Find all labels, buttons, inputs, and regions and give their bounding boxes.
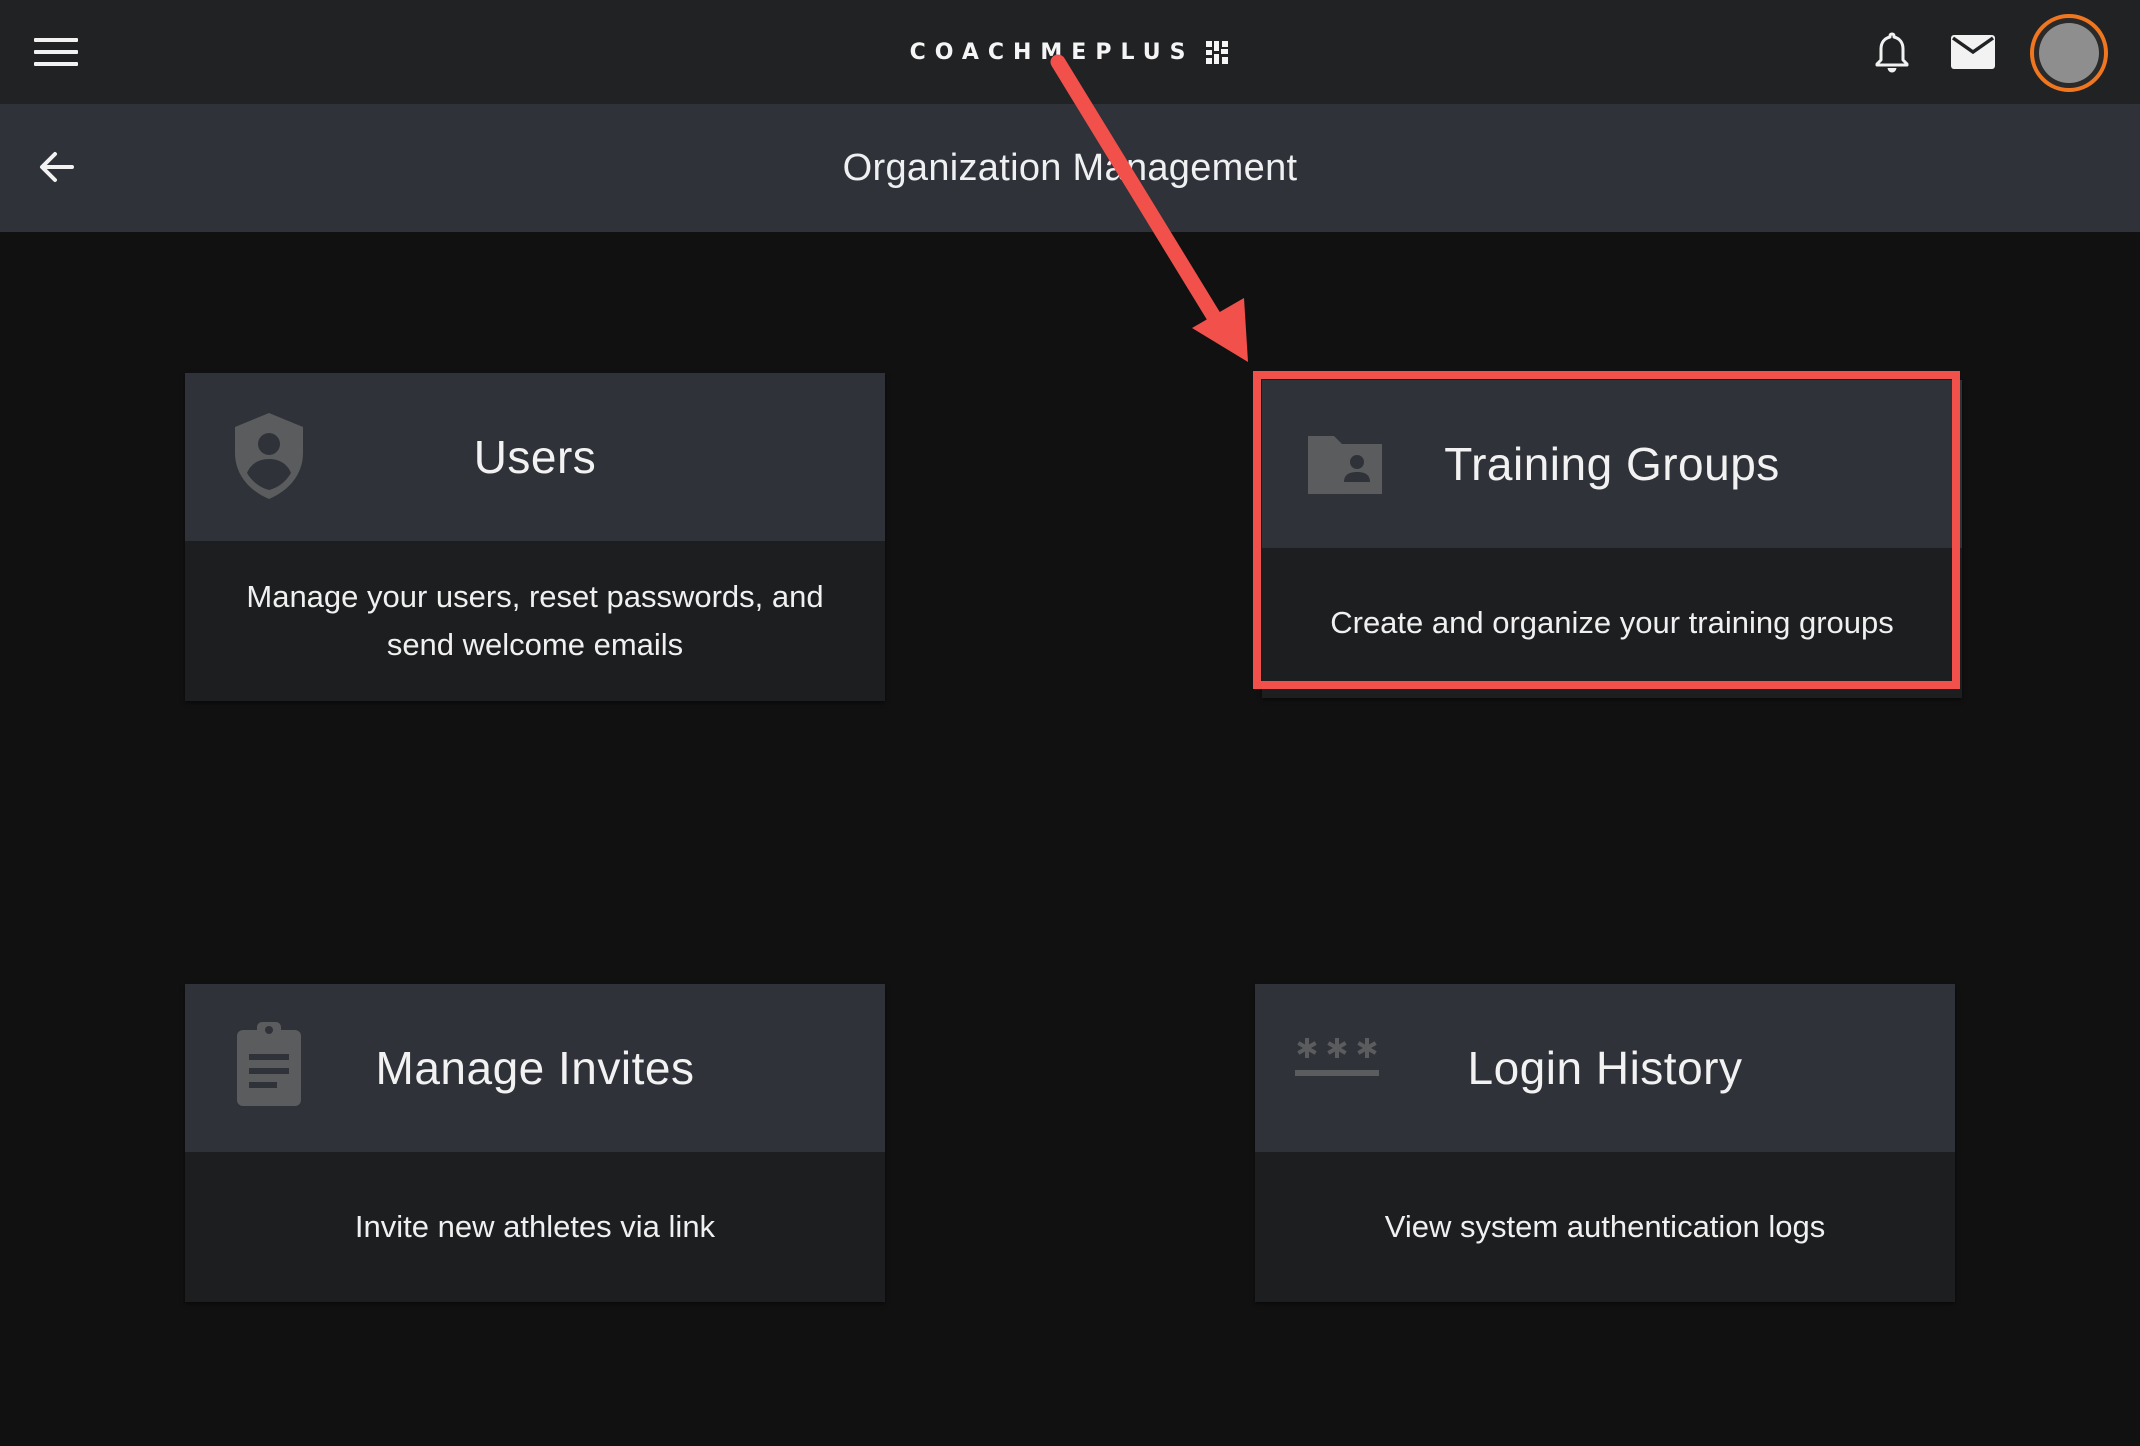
card-description: Manage your users, reset passwords, and … bbox=[246, 579, 824, 662]
brand-logo: COACHMEPLUS bbox=[0, 0, 2140, 104]
hamburger-menu-icon[interactable] bbox=[30, 30, 82, 74]
card-description: Invite new athletes via link bbox=[354, 1209, 716, 1244]
card-title: Login History bbox=[1467, 1042, 1743, 1094]
manage-invites-card[interactable]: Manage Invites Invite new athletes via l… bbox=[185, 984, 885, 1302]
card-header: Users bbox=[185, 373, 885, 541]
card-description: Create and organize your training groups bbox=[1330, 605, 1894, 640]
avatar-image bbox=[2039, 23, 2099, 83]
card-header: Training Groups bbox=[1262, 380, 1962, 548]
card-title: Training Groups bbox=[1444, 438, 1780, 490]
card-title: Users bbox=[473, 431, 597, 483]
card-header: Login History bbox=[1255, 984, 1955, 1152]
login-history-card[interactable]: Login History View system authentication… bbox=[1255, 984, 1955, 1302]
page-title: Organization Management bbox=[842, 146, 1298, 189]
top-app-bar: COACHMEPLUS bbox=[0, 0, 2140, 104]
training-groups-card[interactable]: Training Groups Create and organize your… bbox=[1262, 380, 1962, 698]
card-title: Manage Invites bbox=[375, 1042, 695, 1094]
page: COACHMEPLUS Organization Management User… bbox=[0, 0, 2140, 1446]
brand-name: COACHMEPLUS bbox=[909, 39, 1195, 65]
user-avatar[interactable] bbox=[2030, 14, 2108, 92]
card-description: View system authentication logs bbox=[1384, 1209, 1826, 1244]
bell-icon[interactable] bbox=[1872, 30, 1912, 74]
envelope-icon[interactable] bbox=[1950, 34, 1996, 70]
users-card[interactable]: Users Manage your users, reset passwords… bbox=[185, 373, 885, 701]
brand-mark-icon bbox=[1206, 41, 1229, 64]
card-header: Manage Invites bbox=[185, 984, 885, 1152]
